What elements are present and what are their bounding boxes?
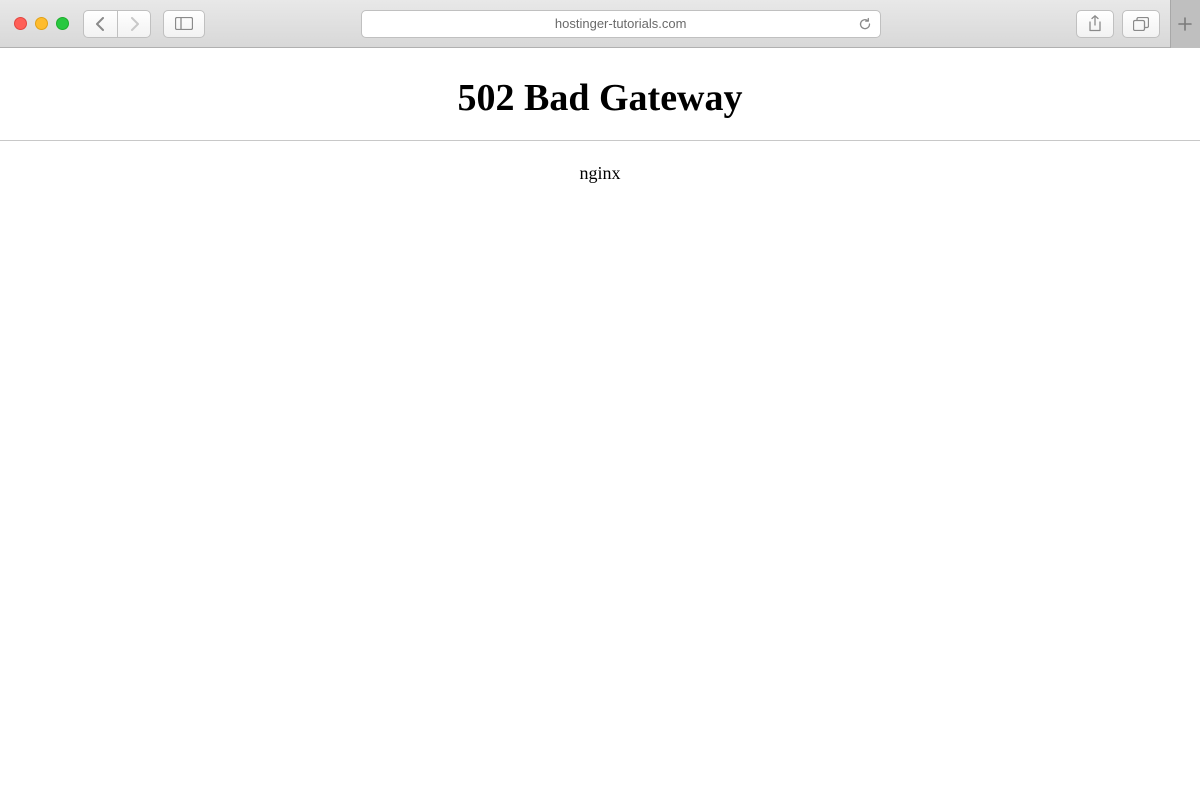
share-button[interactable]: [1076, 10, 1114, 38]
page-content: 502 Bad Gateway nginx: [0, 48, 1200, 184]
minimize-window-button[interactable]: [35, 17, 48, 30]
right-toolbar-group: [1076, 0, 1190, 48]
window-controls: [10, 17, 75, 30]
divider: [0, 140, 1200, 141]
sidebar-icon: [175, 17, 193, 30]
forward-button[interactable]: [117, 10, 151, 38]
maximize-window-button[interactable]: [56, 17, 69, 30]
server-label: nginx: [0, 163, 1200, 184]
chevron-left-icon: [95, 17, 106, 31]
reload-icon: [858, 17, 872, 31]
reload-button[interactable]: [858, 17, 872, 31]
browser-toolbar: hostinger-tutorials.com: [0, 0, 1200, 48]
address-bar[interactable]: hostinger-tutorials.com: [361, 10, 881, 38]
plus-icon: [1178, 17, 1192, 31]
close-window-button[interactable]: [14, 17, 27, 30]
new-tab-button[interactable]: [1170, 0, 1200, 48]
chevron-right-icon: [129, 17, 140, 31]
tabs-icon: [1133, 17, 1149, 31]
sidebar-toggle-button[interactable]: [163, 10, 205, 38]
share-icon: [1088, 15, 1102, 32]
error-heading: 502 Bad Gateway: [0, 76, 1200, 120]
address-text: hostinger-tutorials.com: [555, 16, 687, 31]
nav-button-group: [83, 10, 151, 38]
tabs-button[interactable]: [1122, 10, 1160, 38]
back-button[interactable]: [83, 10, 117, 38]
